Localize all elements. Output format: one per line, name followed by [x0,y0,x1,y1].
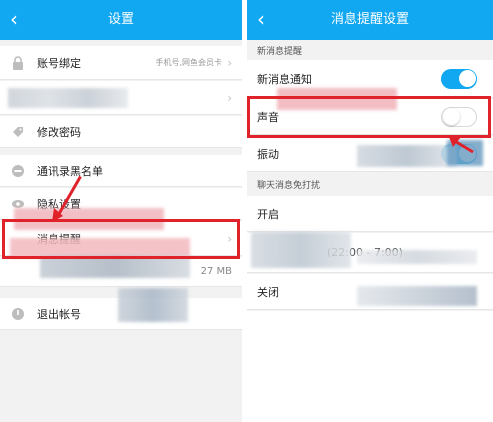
redaction-block [357,286,477,306]
back-arrow-icon[interactable]: ‹ [257,0,265,38]
blacklist-row[interactable]: 通讯录黑名单 [0,155,242,187]
redaction-block [118,288,188,322]
annotation-arrow [449,137,474,154]
tag-icon [13,126,23,137]
new-message-toggle[interactable] [441,68,477,89]
arrowhead-icon [52,208,63,222]
highlight-box [2,219,240,259]
redaction-block [40,256,190,278]
row-label: 振动 [257,147,279,161]
cache-size: 27 MB [200,266,232,277]
block-icon [12,164,24,177]
row-label: 新消息通知 [257,72,312,86]
dnd-on-row[interactable]: 开启 [247,196,493,232]
account-binding-row[interactable]: 账号绑定 手机号,网鱼会员卡 › [0,46,242,80]
redaction-block [357,250,477,264]
settings-screen: ‹ 设置 账号绑定 手机号,网鱼会员卡 › › 修改密码 通讯录黑名单 隐私设置… [0,0,242,422]
redaction-block [357,145,457,167]
page-title: 消息提醒设置 [330,12,409,27]
logout-icon [12,307,24,320]
row-label: 修改密码 [37,125,81,139]
section-header: 聊天消息免打扰 [257,181,321,191]
row-label: 账号绑定 [37,56,81,70]
chevron-right-icon: › [227,90,232,105]
row-label: 退出帐号 [37,307,81,321]
settings-header: ‹ 设置 [0,0,242,40]
empty-area [247,311,493,422]
row-value: 手机号,网鱼会员卡 [155,58,222,67]
highlight-box [247,96,491,138]
redaction-block [251,232,351,268]
redaction-block [8,88,128,108]
row-label: 关闭 [257,285,279,299]
row-label: 通讯录黑名单 [37,164,103,178]
back-arrow-icon[interactable]: ‹ [10,0,18,38]
lock-icon [13,55,23,70]
page-title: 设置 [107,12,134,27]
change-password-row[interactable]: 修改密码 [0,116,242,148]
message-settings-header: ‹ 消息提醒设置 [247,0,493,40]
row-label: 开启 [257,207,279,221]
message-settings-screen: ‹ 消息提醒设置 新消息提醒 新消息通知 声音 振动 聊天消息免打扰 开启 (2… [247,0,493,422]
chevron-right-icon: › [227,55,232,70]
section-header: 新消息提醒 [257,47,303,57]
